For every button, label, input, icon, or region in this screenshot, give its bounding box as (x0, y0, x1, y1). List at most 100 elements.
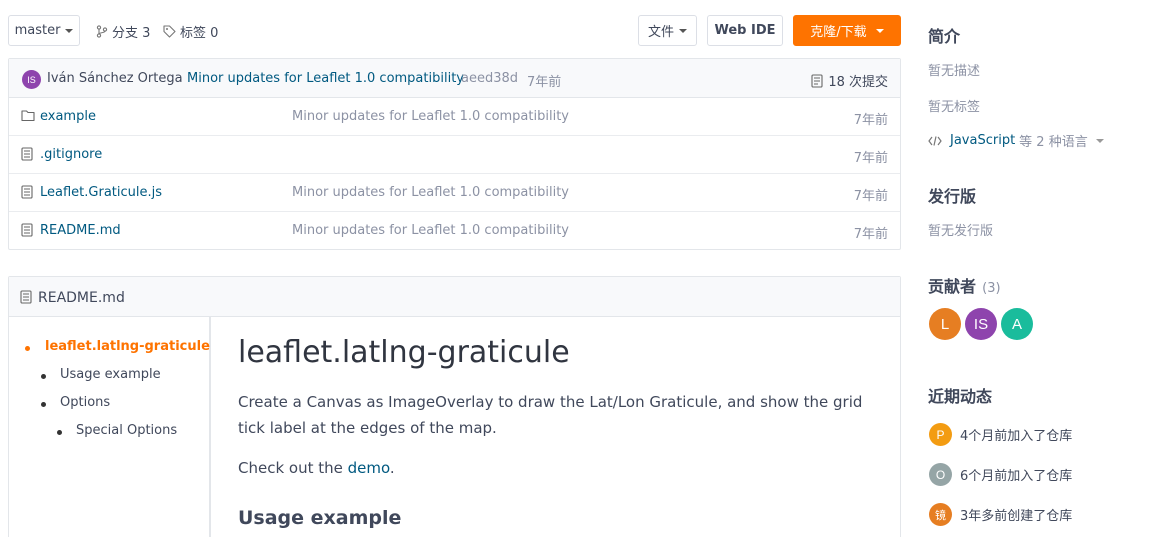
readme-toc: leaflet.latlng-graticule Usage example O… (9, 317, 211, 537)
intro-heading: 简介 (928, 27, 961, 46)
activity-item: 镜 3年多前创建了仓库 (929, 503, 1072, 526)
contributors-heading: 贡献者 (928, 277, 977, 296)
file-name[interactable]: .gitignore (40, 147, 102, 162)
toc-item-label: Options (60, 395, 111, 410)
chevron-down-icon (875, 28, 884, 33)
toc-item[interactable]: leaflet.latlng-graticule (25, 339, 210, 354)
file-dropdown-button[interactable]: 文件 (638, 15, 697, 46)
file-name[interactable]: example (40, 109, 96, 124)
file-name[interactable]: README.md (40, 223, 121, 238)
readme-panel: README.md leaflet.latlng-graticule Usage… (8, 276, 901, 537)
file-icon (21, 223, 33, 237)
no-description: 暂无描述 (928, 64, 981, 79)
bullet (41, 374, 46, 379)
readme-intro: Create a Canvas as ImageOverlay to draw … (238, 393, 863, 437)
contributor-avatar[interactable]: IS (965, 308, 997, 340)
readme-title: leaflet.latlng-graticule (238, 335, 570, 370)
toc-item-label: Usage example (60, 367, 161, 382)
file-commit-message[interactable]: Minor updates for Leaflet 1.0 compatibil… (292, 185, 569, 200)
toc-item[interactable]: Options (41, 395, 111, 410)
language-link[interactable]: JavaScript (950, 133, 1015, 148)
avatar-initials: O (935, 467, 946, 482)
clone-download-label: 克隆/下载 (810, 25, 867, 40)
toc-item-label: Special Options (76, 423, 178, 438)
folder-icon (21, 109, 35, 122)
file-row[interactable]: example Minor updates for Leaflet 1.0 co… (9, 98, 900, 136)
tags-label: 标签 0 (180, 26, 219, 41)
commit-author[interactable]: Iván Sánchez Ortega (47, 71, 183, 86)
contributors-count: (3) (982, 281, 1001, 296)
avatar-initials: IS (973, 315, 989, 333)
activity-item: O 6个月前加入了仓库 (929, 463, 1072, 486)
file-list-panel: IS Iván Sánchez Ortega Minor updates for… (8, 58, 901, 250)
contributor-avatar[interactable]: A (1001, 308, 1033, 340)
branches-label: 分支 3 (112, 26, 151, 41)
toc-item[interactable]: Usage example (41, 367, 161, 382)
file-icon (21, 147, 33, 161)
readme-header: README.md (9, 277, 900, 317)
avatar-initials: P (936, 427, 945, 442)
chevron-down-icon (1095, 138, 1104, 143)
commits-icon (811, 73, 823, 88)
file-icon (21, 185, 33, 199)
avatar-initials: A (1011, 315, 1022, 333)
toc-item[interactable]: Special Options (57, 423, 178, 438)
activity-text: 4个月前加入了仓库 (960, 429, 1073, 444)
bullet (25, 346, 30, 351)
no-releases: 暂无发行版 (928, 224, 994, 239)
activity-text: 3年多前创建了仓库 (960, 509, 1073, 524)
language-selector[interactable]: JavaScript 等 2 种语言 (928, 131, 1104, 150)
clone-download-button[interactable]: 克隆/下载 (793, 15, 901, 46)
readme-filename: README.md (38, 290, 125, 306)
chevron-down-icon (65, 28, 74, 33)
branch-select[interactable]: master (8, 15, 80, 46)
file-row[interactable]: .gitignore 7年前 (9, 136, 900, 174)
file-name[interactable]: Leaflet.Graticule.js (40, 185, 162, 200)
readme-file-icon (20, 290, 32, 304)
file-commit-message[interactable]: Minor updates for Leaflet 1.0 compatibil… (292, 223, 569, 238)
file-row[interactable]: Leaflet.Graticule.js Minor updates for L… (9, 174, 900, 212)
branch-icon (96, 25, 108, 38)
chevron-down-icon (679, 28, 687, 33)
file-time: 7年前 (853, 113, 888, 128)
file-button-label: 文件 (647, 25, 674, 40)
tag-icon (163, 25, 176, 38)
bullet (41, 402, 46, 407)
commit-count: 18 次提交 (828, 75, 888, 90)
avatar-initials: IS (27, 74, 36, 85)
file-time: 7年前 (853, 151, 888, 166)
activity-avatar[interactable]: O (929, 463, 952, 486)
activity-item: P 4个月前加入了仓库 (929, 423, 1072, 446)
commit-author-avatar[interactable]: IS (22, 70, 41, 89)
web-ide-button[interactable]: Web IDE (707, 15, 783, 46)
avatar-initials: 镜 (935, 509, 946, 522)
commit-count-link[interactable]: 18 次提交 (811, 71, 888, 90)
no-tags: 暂无标签 (928, 100, 981, 115)
language-more: 等 2 种语言 (1019, 135, 1088, 150)
activity-heading: 近期动态 (928, 387, 993, 406)
branch-select-label: master (14, 23, 61, 38)
tags-link[interactable]: 标签 0 (163, 22, 218, 41)
toc-item-label: leaflet.latlng-graticule (45, 339, 210, 354)
bullet (57, 430, 62, 435)
file-row[interactable]: README.md Minor updates for Leaflet 1.0 … (9, 212, 900, 250)
activity-avatar[interactable]: 镜 (929, 503, 952, 526)
demo-link[interactable]: demo (348, 459, 390, 477)
latest-commit-bar: IS Iván Sánchez Ortega Minor updates for… (9, 59, 900, 98)
branches-link[interactable]: 分支 3 (96, 22, 150, 41)
readme-checkout: Check out the demo. (238, 458, 395, 478)
avatar-initials: L (940, 315, 950, 333)
activity-avatar[interactable]: P (929, 423, 952, 446)
file-commit-message[interactable]: Minor updates for Leaflet 1.0 compatibil… (292, 109, 569, 124)
contributors-header: 贡献者 (3) (928, 273, 1001, 297)
checkout-suffix: . (389, 459, 395, 477)
commit-time: 7年前 (527, 75, 562, 90)
commit-hash[interactable]: aeed38d (461, 71, 518, 86)
checkout-prefix: Check out the (238, 459, 348, 477)
file-time: 7年前 (853, 227, 888, 242)
releases-heading: 发行版 (928, 187, 977, 206)
file-time: 7年前 (853, 189, 888, 204)
contributor-avatar[interactable]: L (929, 308, 961, 340)
usage-heading: Usage example (238, 507, 402, 529)
commit-message[interactable]: Minor updates for Leaflet 1.0 compatibil… (187, 71, 464, 86)
